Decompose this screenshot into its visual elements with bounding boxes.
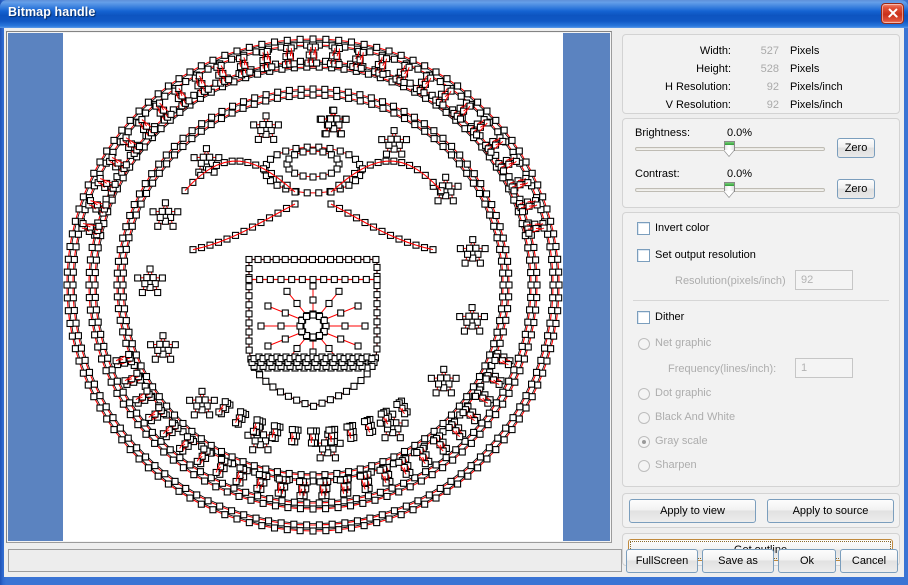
title-bar-gloss [0, 0, 908, 11]
brightness-contrast-group: Brightness: 0.0% Zero Contrast: 0.0% Zer… [622, 118, 900, 208]
invert-color-checkbox[interactable] [637, 222, 650, 235]
v-resolution-label: V Resolution: [665, 99, 731, 111]
apply-to-source-button[interactable]: Apply to source [767, 499, 894, 523]
bitmap-handle-window: Bitmap handle Width: 527 Pixels Height: … [0, 0, 908, 585]
image-preview-panel[interactable] [6, 31, 612, 543]
sharpen-radio[interactable] [638, 460, 650, 472]
dither-checkbox[interactable] [637, 311, 650, 324]
save-as-button[interactable]: Save as [702, 549, 774, 573]
options-separator [633, 300, 889, 301]
dot-graphic-radio[interactable] [638, 388, 650, 400]
dither-label: Dither [655, 311, 685, 323]
gray-scale-radio[interactable] [638, 436, 650, 448]
black-and-white-radio[interactable] [638, 412, 650, 424]
air-force-seal-vector-artwork [63, 35, 563, 535]
progress-field [8, 549, 622, 572]
contrast-label: Contrast: [635, 168, 680, 180]
height-label: Height: [696, 63, 731, 75]
h-resolution-unit: Pixels/inch [790, 81, 843, 93]
h-resolution-value: 92 [766, 81, 779, 93]
brightness-thumb-cap [725, 142, 734, 145]
set-output-resolution-label: Set output resolution [655, 249, 756, 261]
contrast-thumb-tip [724, 191, 734, 197]
brightness-thumb-tip [724, 150, 734, 156]
contrast-value: 0.0% [727, 168, 753, 180]
black-and-white-label: Black And White [655, 411, 736, 423]
frequency-input[interactable]: 1 [795, 358, 853, 378]
frequency-label: Frequency(lines/inch): [668, 363, 777, 375]
sharpen-label: Sharpen [655, 459, 697, 471]
width-label: Width: [699, 45, 731, 57]
fullscreen-button[interactable]: FullScreen [626, 549, 698, 573]
net-graphic-label: Net graphic [655, 337, 712, 349]
client-area: Width: 527 Pixels Height: 528 Pixels H R… [4, 28, 904, 577]
window-title: Bitmap handle [8, 5, 96, 19]
brightness-label: Brightness: [635, 127, 691, 139]
resolution-label: Resolution(pixels/inch) [675, 275, 786, 287]
height-unit: Pixels [790, 63, 820, 75]
title-bar: Bitmap handle [0, 0, 908, 28]
brightness-zero-button[interactable]: Zero [837, 138, 875, 158]
image-info-group: Width: 527 Pixels Height: 528 Pixels H R… [622, 34, 900, 114]
contrast-zero-button[interactable]: Zero [837, 179, 875, 199]
gray-scale-label: Gray scale [655, 435, 708, 447]
close-icon[interactable] [881, 3, 904, 24]
set-output-resolution-checkbox[interactable] [637, 249, 650, 262]
width-value: 527 [760, 45, 779, 57]
ok-button[interactable]: Ok [778, 549, 836, 573]
v-resolution-unit: Pixels/inch [790, 99, 843, 111]
height-value: 528 [760, 63, 779, 75]
preview-canvas-background [8, 33, 610, 541]
width-unit: Pixels [790, 45, 820, 57]
net-graphic-radio[interactable] [638, 338, 650, 350]
contrast-slider-thumb[interactable] [724, 182, 735, 197]
apply-buttons-group: Apply to view Apply to source [622, 493, 900, 528]
brightness-slider-thumb[interactable] [724, 141, 735, 156]
invert-color-label: Invert color [655, 222, 710, 234]
contrast-thumb-cap [725, 183, 734, 186]
resolution-input[interactable]: 92 [795, 270, 853, 290]
v-resolution-value: 92 [766, 99, 779, 111]
dot-graphic-label: Dot graphic [655, 387, 712, 399]
image-options-group: Invert color Set output resolution Resol… [622, 212, 900, 487]
brightness-value: 0.0% [727, 127, 753, 139]
bottom-bar: FullScreen Save as Ok Cancel [4, 546, 904, 577]
h-resolution-label: H Resolution: [664, 81, 731, 93]
apply-to-view-button[interactable]: Apply to view [629, 499, 756, 523]
cancel-button[interactable]: Cancel [840, 549, 898, 573]
controls-column: Width: 527 Pixels Height: 528 Pixels H R… [616, 30, 902, 566]
